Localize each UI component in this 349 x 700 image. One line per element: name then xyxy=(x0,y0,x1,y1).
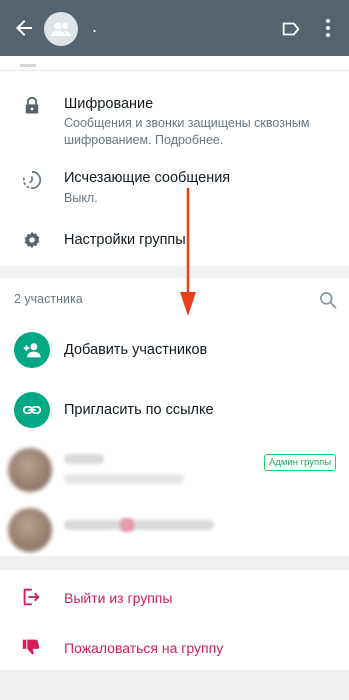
settings-card: Шифрование Сообщения и звонки защищены с… xyxy=(0,56,349,266)
group-settings-row[interactable]: Настройки группы xyxy=(0,226,349,256)
partial-row-icon xyxy=(20,64,36,67)
group-title[interactable]: . xyxy=(92,16,97,37)
member-name-blurred xyxy=(64,454,104,464)
exit-group-label: Выйти из группы xyxy=(64,590,173,606)
member-status-blurred xyxy=(64,474,184,484)
member-name-blurred xyxy=(64,520,214,530)
annotation-arrow xyxy=(180,188,196,316)
exit-group-row[interactable]: Выйти из группы xyxy=(0,580,349,614)
report-group-row[interactable]: Пожаловаться на группу xyxy=(0,630,349,664)
label-icon[interactable] xyxy=(280,18,302,40)
group-settings-label: Настройки группы xyxy=(64,232,186,248)
report-group-label: Пожаловаться на группу xyxy=(64,640,224,656)
app-bar: . xyxy=(0,0,349,56)
admin-badge: Админ группы xyxy=(264,454,337,471)
member-avatar xyxy=(8,448,52,492)
divider xyxy=(0,70,349,71)
arrow-back-icon[interactable] xyxy=(12,16,36,40)
add-participants-label: Добавить участников xyxy=(64,342,208,358)
gear-icon xyxy=(20,228,44,252)
add-participants-row[interactable]: Добавить участников xyxy=(0,328,349,372)
search-icon[interactable] xyxy=(318,290,338,310)
disappearing-messages-row[interactable]: Исчезающие сообщения Выкл. xyxy=(0,162,349,212)
invite-link-row[interactable]: Пригласить по ссылке xyxy=(0,388,349,432)
encryption-row[interactable]: Шифрование Сообщения и звонки защищены с… xyxy=(0,82,349,147)
disappearing-value: Выкл. xyxy=(64,191,98,205)
members-count: 2 участника xyxy=(14,292,83,306)
lock-icon xyxy=(20,94,44,118)
member-emoji-blurred xyxy=(120,518,134,532)
group-avatar-icon[interactable] xyxy=(44,12,78,46)
disappearing-title: Исчезающие сообщения xyxy=(64,170,231,186)
add-person-icon xyxy=(14,332,50,368)
more-vert-icon[interactable] xyxy=(320,16,336,40)
link-icon xyxy=(14,392,50,428)
timer-icon xyxy=(20,168,44,192)
member-avatar xyxy=(8,508,52,552)
encryption-title: Шифрование xyxy=(64,96,154,112)
invite-link-label: Пригласить по ссылке xyxy=(64,402,214,418)
thumbs-down-icon xyxy=(22,639,40,655)
group-actions-card: Выйти из группы Пожаловаться на группу xyxy=(0,570,349,670)
member-row[interactable] xyxy=(0,504,349,556)
encryption-description: Сообщения и звонки защищены сквозным шиф… xyxy=(64,116,310,147)
exit-icon xyxy=(23,588,40,606)
members-card: 2 участника Добавить участников Пригласи… xyxy=(0,278,349,556)
